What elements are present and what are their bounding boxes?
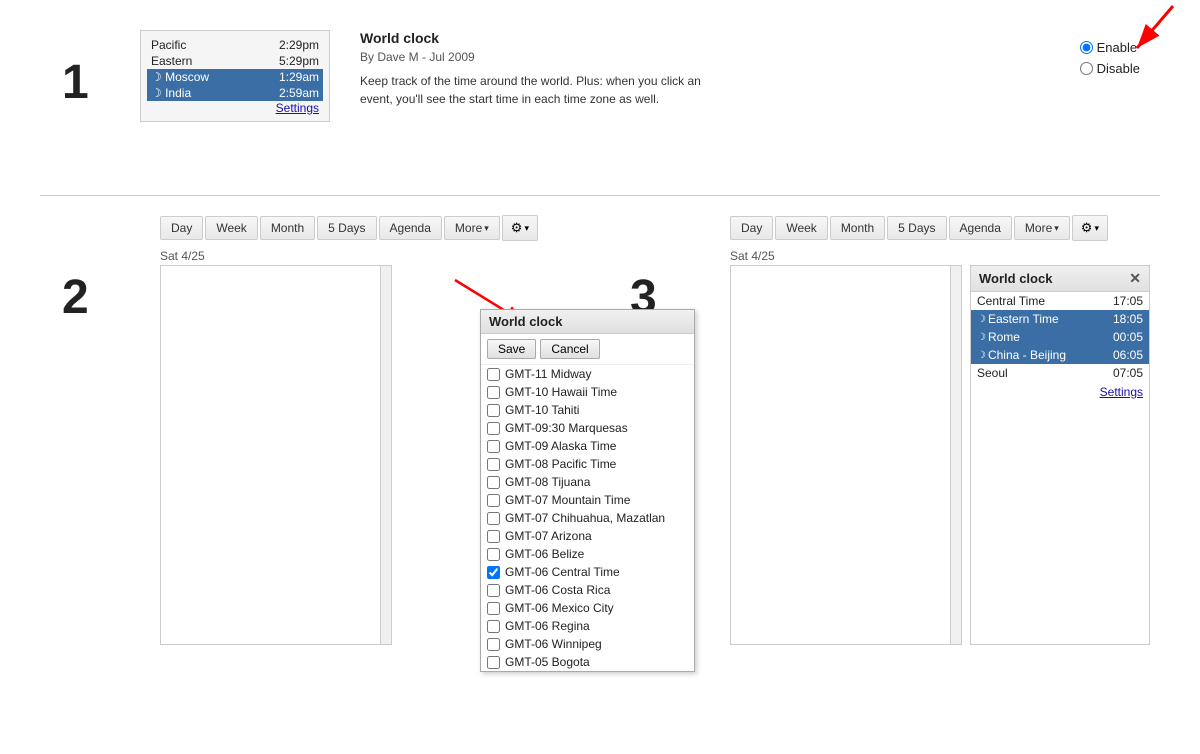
addon-title: World clock [360, 30, 1080, 46]
more-button-3[interactable]: More ▾ [1014, 216, 1070, 240]
calendar-grid-2 [160, 265, 380, 645]
popup-actions: Save Cancel [481, 334, 694, 365]
gear-button-2[interactable]: ⚙ ▾ [502, 215, 538, 241]
more-dropdown-arrow-2: ▾ [484, 223, 489, 234]
popup-title: World clock [481, 310, 694, 334]
disable-radio[interactable] [1080, 62, 1093, 75]
timezone-item: GMT-10 Tahiti [481, 401, 694, 419]
cancel-button[interactable]: Cancel [540, 339, 599, 359]
timezone-checkbox[interactable] [487, 476, 500, 489]
section-3: Day Week Month 5 Days Agenda More ▾ ⚙ ▾ … [630, 215, 1190, 645]
panel-row: Central Time17:05 [971, 292, 1149, 310]
scrollbar-2[interactable] [380, 265, 392, 645]
section-1: Pacific2:29pmEastern5:29pm☽ Moscow1:29am… [60, 30, 1160, 122]
more-dropdown-arrow-3: ▾ [1054, 223, 1059, 234]
timezone-checkbox[interactable] [487, 422, 500, 435]
timezone-checkbox[interactable] [487, 548, 500, 561]
disable-option[interactable]: Disable [1080, 61, 1140, 76]
timezone-checkbox[interactable] [487, 656, 500, 669]
widget-settings-link[interactable]: Settings [147, 101, 323, 115]
day-button-2[interactable]: Day [160, 216, 203, 240]
timezone-item: GMT-06 Central Time [481, 563, 694, 581]
timezone-item: GMT-10 Hawaii Time [481, 383, 694, 401]
timezone-checkbox[interactable] [487, 458, 500, 471]
week-button-2[interactable]: Week [205, 216, 257, 240]
addon-description: Keep track of the time around the world.… [360, 72, 720, 108]
timezone-item: GMT-11 Midway [481, 365, 694, 383]
section-2: Day Week Month 5 Days Agenda More ▾ ⚙ ▾ … [60, 215, 620, 645]
gear-dropdown-arrow-2: ▾ [524, 223, 529, 234]
panel-row: Seoul07:05 [971, 364, 1149, 382]
fivedays-button-2[interactable]: 5 Days [317, 216, 376, 240]
timezone-checkbox[interactable] [487, 620, 500, 633]
timezone-list: GMT-11 MidwayGMT-10 Hawaii TimeGMT-10 Ta… [481, 365, 694, 671]
timezone-item: GMT-06 Costa Rica [481, 581, 694, 599]
timezone-item: GMT-06 Regina [481, 617, 694, 635]
panel-row: ☽Eastern Time18:05 [971, 310, 1149, 328]
timezone-checkbox[interactable] [487, 566, 500, 579]
panel-rows: Central Time17:05☽Eastern Time18:05☽Rome… [971, 292, 1149, 382]
timezone-item: GMT-09 Alaska Time [481, 437, 694, 455]
timezone-checkbox[interactable] [487, 512, 500, 525]
world-clock-panel: World clock ✕ Central Time17:05☽Eastern … [970, 265, 1150, 645]
calendar-grid-3 [730, 265, 950, 645]
addon-enable-options: Enable Disable [1080, 30, 1160, 76]
arrow-indicator [1060, 0, 1190, 60]
world-clock-widget: Pacific2:29pmEastern5:29pm☽ Moscow1:29am… [140, 30, 330, 122]
timezone-item: GMT-06 Belize [481, 545, 694, 563]
timezone-item: GMT-07 Arizona [481, 527, 694, 545]
panel-title: World clock ✕ [971, 266, 1149, 292]
timezone-checkbox[interactable] [487, 440, 500, 453]
timezone-checkbox[interactable] [487, 404, 500, 417]
timezone-checkbox[interactable] [487, 494, 500, 507]
save-button[interactable]: Save [487, 339, 536, 359]
addon-author: By Dave M - Jul 2009 [360, 50, 1080, 64]
timezone-item: GMT-08 Tijuana [481, 473, 694, 491]
calendar-toolbar-2: Day Week Month 5 Days Agenda More ▾ ⚙ ▾ [160, 215, 620, 241]
fivedays-button-3[interactable]: 5 Days [887, 216, 946, 240]
gear-button-3[interactable]: ⚙ ▾ [1072, 215, 1108, 241]
day-button-3[interactable]: Day [730, 216, 773, 240]
month-button-2[interactable]: Month [260, 216, 315, 240]
panel-close-button[interactable]: ✕ [1129, 270, 1141, 287]
scrollbar-3[interactable] [950, 265, 962, 645]
timezone-item: GMT-06 Mexico City [481, 599, 694, 617]
month-button-3[interactable]: Month [830, 216, 885, 240]
addon-info: World clock By Dave M - Jul 2009 Keep tr… [360, 30, 1080, 108]
date-header-2: Sat 4/25 [160, 249, 620, 263]
agenda-button-3[interactable]: Agenda [949, 216, 1012, 240]
timezone-item: GMT-07 Chihuahua, Mazatlan [481, 509, 694, 527]
timezone-checkbox[interactable] [487, 386, 500, 399]
section-divider [40, 195, 1160, 196]
timezone-checkbox[interactable] [487, 530, 500, 543]
agenda-button-2[interactable]: Agenda [379, 216, 442, 240]
world-clock-popup: World clock Save Cancel GMT-11 MidwayGMT… [480, 309, 695, 672]
timezone-item: GMT-09:30 Marquesas [481, 419, 694, 437]
panel-row: ☽Rome00:05 [971, 328, 1149, 346]
panel-row: ☽China - Beijing06:05 [971, 346, 1149, 364]
date-header-3: Sat 4/25 [730, 249, 1190, 263]
timezone-checkbox[interactable] [487, 638, 500, 651]
week-button-3[interactable]: Week [775, 216, 827, 240]
timezone-item: GMT-07 Mountain Time [481, 491, 694, 509]
timezone-checkbox[interactable] [487, 584, 500, 597]
more-button-2[interactable]: More ▾ [444, 216, 500, 240]
timezone-checkbox[interactable] [487, 368, 500, 381]
gear-dropdown-arrow-3: ▾ [1094, 223, 1099, 234]
calendar-toolbar-3: Day Week Month 5 Days Agenda More ▾ ⚙ ▾ [730, 215, 1190, 241]
timezone-item: GMT-06 Winnipeg [481, 635, 694, 653]
timezone-checkbox[interactable] [487, 602, 500, 615]
timezone-item: GMT-08 Pacific Time [481, 455, 694, 473]
panel-settings-link[interactable]: Settings [971, 382, 1149, 402]
timezone-item: GMT-05 Bogota [481, 653, 694, 671]
section3-cal-area: World clock ✕ Central Time17:05☽Eastern … [730, 265, 1190, 645]
